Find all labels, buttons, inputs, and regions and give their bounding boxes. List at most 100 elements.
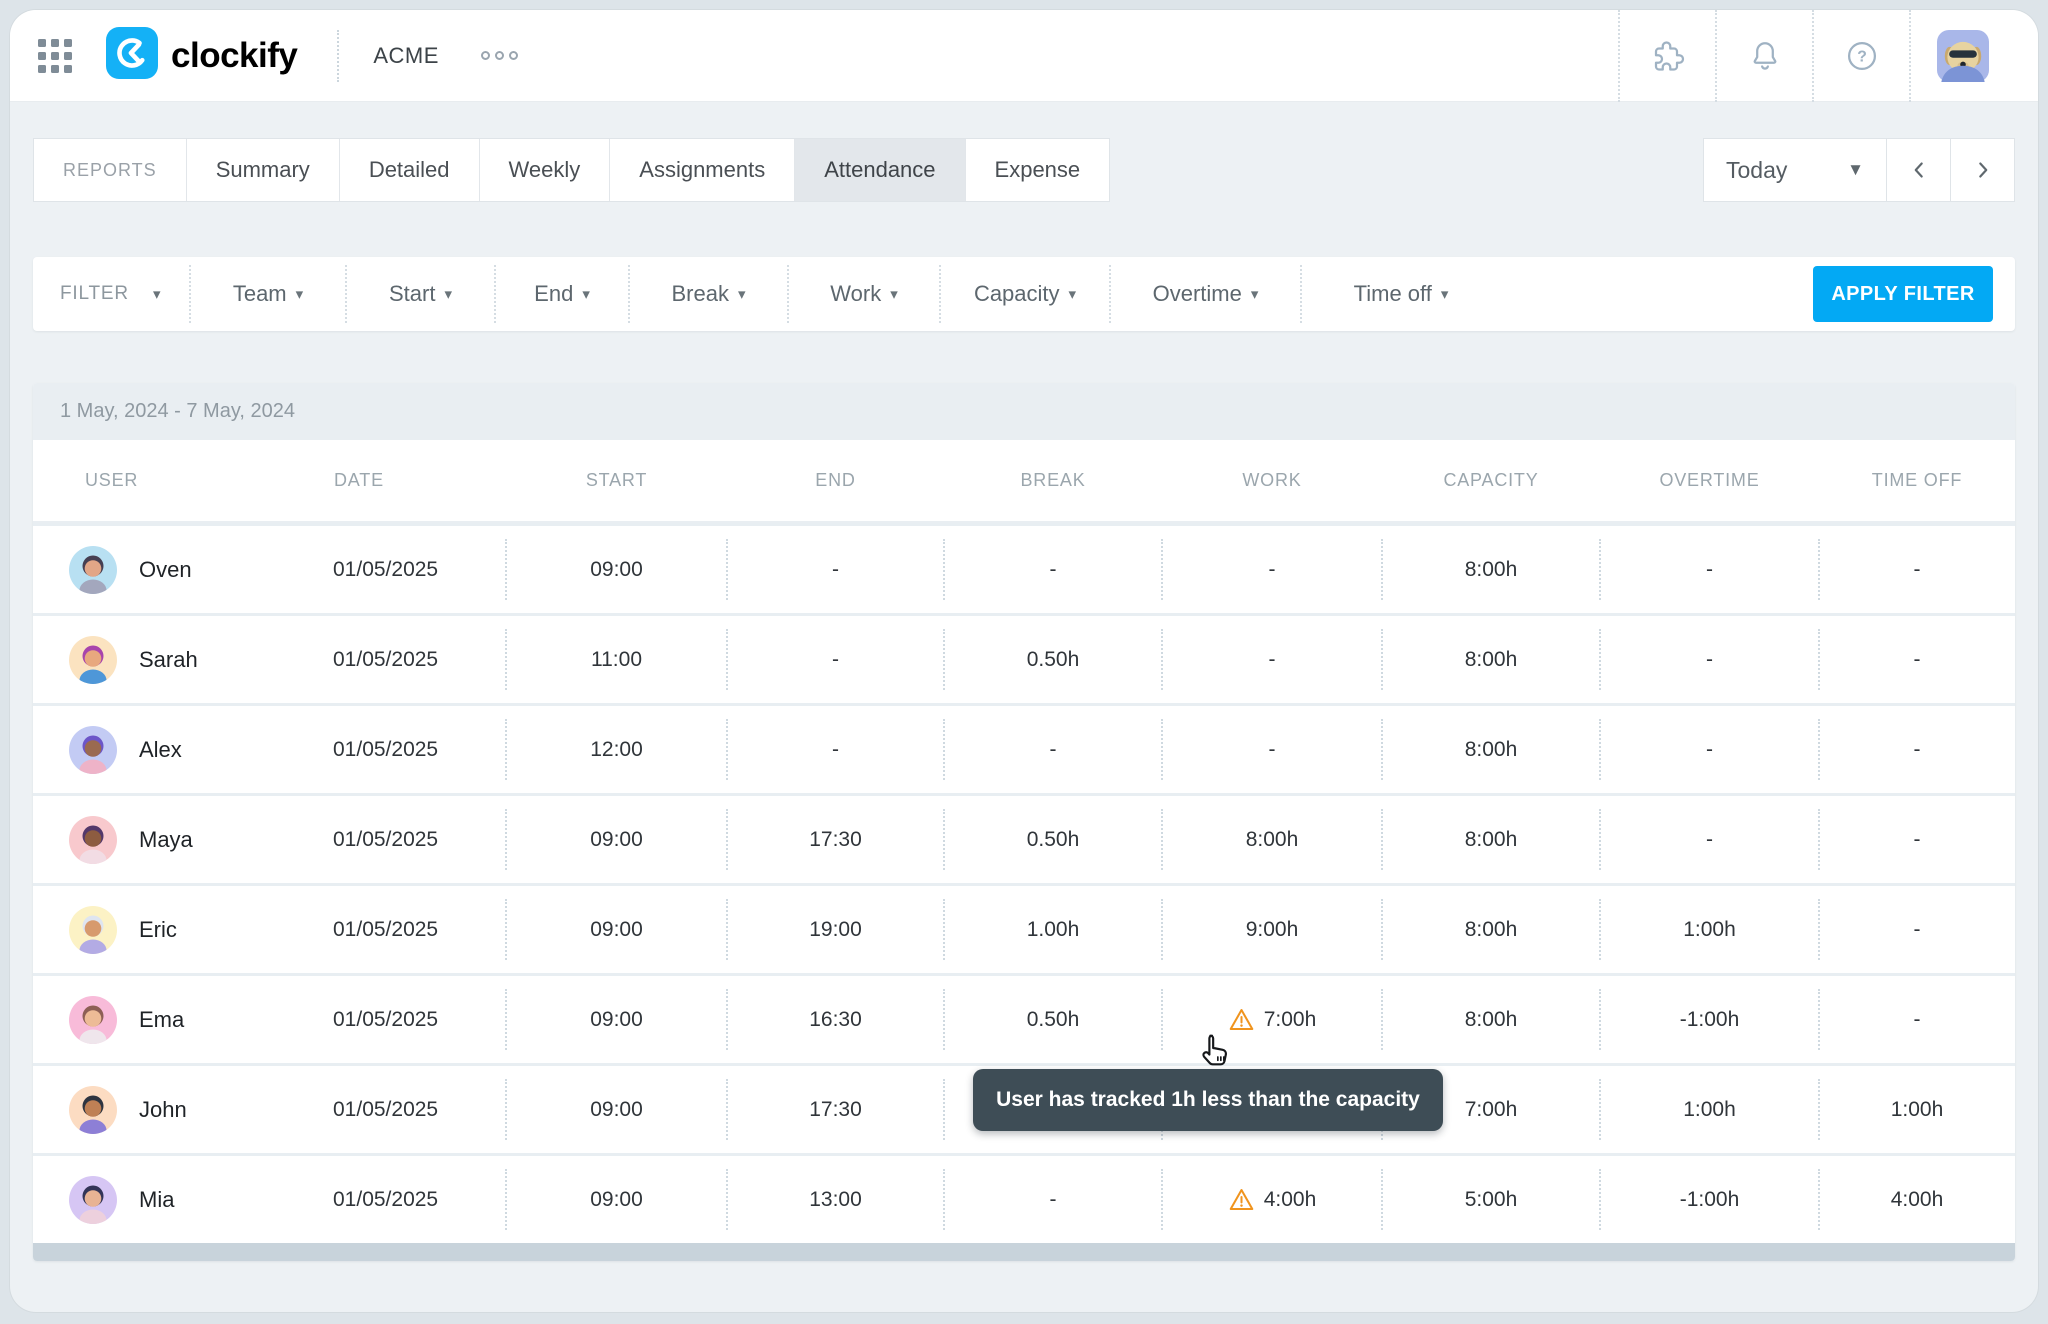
timeoff-cell: - xyxy=(1819,526,2015,613)
break-cell: - xyxy=(944,1156,1162,1243)
break-cell: 1.00h xyxy=(944,886,1162,973)
user-cell: Sarah xyxy=(33,616,287,703)
tab-summary[interactable]: Summary xyxy=(187,139,340,201)
svg-text:?: ? xyxy=(1857,48,1867,65)
end-cell: - xyxy=(727,706,944,793)
user-name: Sarah xyxy=(139,647,198,673)
date-cell: 01/05/2025 xyxy=(287,1066,506,1153)
capacity-cell: 8:00h xyxy=(1382,886,1600,973)
user-cell: Oven xyxy=(33,526,287,613)
tab-expense[interactable]: Expense xyxy=(966,139,1110,201)
break-cell: 0.50h xyxy=(944,616,1162,703)
previous-period-button[interactable] xyxy=(1886,138,1951,202)
user-name: Ema xyxy=(139,1007,184,1033)
chevron-down-icon: ▼ xyxy=(1847,160,1864,180)
end-cell: - xyxy=(727,616,944,703)
help-button[interactable]: ? xyxy=(1812,10,1909,102)
warning-icon[interactable] xyxy=(1228,1006,1255,1033)
clockify-logo[interactable]: clockify xyxy=(106,27,297,84)
help-icon: ? xyxy=(1844,38,1880,74)
logo-wordmark: clockify xyxy=(171,36,297,76)
timeoff-cell: 1:00h xyxy=(1819,1066,2015,1153)
filter-overtime[interactable]: Overtime▾ xyxy=(1109,265,1300,323)
table-row[interactable]: Oven 01/05/2025 09:00 - - - 8:00h - - xyxy=(33,523,2015,613)
tab-detailed[interactable]: Detailed xyxy=(340,139,480,201)
filter-timeoff[interactable]: Time off▾ xyxy=(1300,265,1500,323)
filter-start[interactable]: Start▾ xyxy=(345,265,494,323)
avatar xyxy=(69,1176,117,1224)
user-name: John xyxy=(139,1097,187,1123)
tab-weekly[interactable]: Weekly xyxy=(480,139,611,201)
user-cell: Eric xyxy=(33,886,287,973)
clockify-logo-icon xyxy=(106,27,158,84)
caret-down-icon: ▾ xyxy=(738,285,746,303)
top-bar: clockify ACME ? xyxy=(10,10,2038,102)
end-cell: - xyxy=(727,526,944,613)
filter-bar: FILTER ▾ Team▾ Start▾ End▾ Break▾ Work▾ … xyxy=(33,257,2015,331)
start-cell: 12:00 xyxy=(506,706,727,793)
end-cell: 17:30 xyxy=(727,1066,944,1153)
warning-icon[interactable] xyxy=(1228,1186,1255,1213)
date-range-label: Today xyxy=(1726,157,1787,184)
user-name: Eric xyxy=(139,917,177,943)
integrations-button[interactable] xyxy=(1618,10,1715,102)
filter-end[interactable]: End▾ xyxy=(494,265,628,323)
caret-down-icon: ▾ xyxy=(153,285,161,303)
notifications-button[interactable] xyxy=(1715,10,1812,102)
profile-avatar xyxy=(1937,30,1989,82)
avatar xyxy=(69,906,117,954)
table-row[interactable]: Mia 01/05/2025 09:00 13:00 - 4:00h 5:00h… xyxy=(33,1153,2015,1243)
overtime-cell: - xyxy=(1600,616,1819,703)
app-grid-icon[interactable] xyxy=(38,39,72,73)
tab-assignments[interactable]: Assignments xyxy=(610,139,795,201)
caret-down-icon: ▾ xyxy=(890,285,898,303)
workspace-name[interactable]: ACME xyxy=(373,43,439,69)
overtime-cell: 1:00h xyxy=(1600,1066,1819,1153)
date-cell: 01/05/2025 xyxy=(287,526,506,613)
table-row[interactable]: Sarah 01/05/2025 11:00 - 0.50h - 8:00h -… xyxy=(33,613,2015,703)
avatar xyxy=(69,726,117,774)
profile-button[interactable] xyxy=(1909,10,2015,102)
capacity-cell: 8:00h xyxy=(1382,976,1600,1063)
work-cell: - xyxy=(1162,526,1382,613)
caret-down-icon: ▾ xyxy=(1251,285,1259,303)
column-header-overtime: OVERTIME xyxy=(1600,440,1819,521)
apply-filter-button[interactable]: APPLY FILTER xyxy=(1813,266,1993,322)
start-cell: 09:00 xyxy=(506,526,727,613)
avatar xyxy=(69,636,117,684)
date-cell: 01/05/2025 xyxy=(287,886,506,973)
table-row[interactable]: Ema 01/05/2025 09:00 16:30 0.50h 7:00h 8… xyxy=(33,973,2015,1063)
tab-attendance[interactable]: Attendance xyxy=(795,139,965,201)
date-range-header: 1 May, 2024 - 7 May, 2024 xyxy=(33,383,2015,440)
user-name: Mia xyxy=(139,1187,174,1213)
date-range-dropdown[interactable]: Today ▼ xyxy=(1703,138,1887,202)
date-cell: 01/05/2025 xyxy=(287,706,506,793)
horizontal-scrollbar[interactable] xyxy=(33,1243,2015,1261)
user-cell: Maya xyxy=(33,796,287,883)
timeoff-cell: - xyxy=(1819,886,2015,973)
caret-down-icon: ▾ xyxy=(296,285,304,303)
user-name: Oven xyxy=(139,557,192,583)
table-row[interactable]: Eric 01/05/2025 09:00 19:00 1.00h 9:00h … xyxy=(33,883,2015,973)
topbar-actions: ? xyxy=(1618,10,2015,102)
filter-capacity[interactable]: Capacity▾ xyxy=(939,265,1109,323)
table-row[interactable]: Alex 01/05/2025 12:00 - - - 8:00h - - xyxy=(33,703,2015,793)
filter-dropdown[interactable]: FILTER ▾ xyxy=(33,265,189,323)
table-row[interactable]: Maya 01/05/2025 09:00 17:30 0.50h 8:00h … xyxy=(33,793,2015,883)
cursor-pointer-icon xyxy=(1195,1031,1235,1076)
filter-work[interactable]: Work▾ xyxy=(787,265,939,323)
capacity-tooltip: User has tracked 1h less than the capaci… xyxy=(973,1069,1443,1131)
overtime-cell: - xyxy=(1600,706,1819,793)
filter-team[interactable]: Team▾ xyxy=(189,265,345,323)
start-cell: 09:00 xyxy=(506,976,727,1063)
break-cell: 0.50h xyxy=(944,976,1162,1063)
next-period-button[interactable] xyxy=(1950,138,2015,202)
start-cell: 09:00 xyxy=(506,1156,727,1243)
filter-break[interactable]: Break▾ xyxy=(628,265,787,323)
workspace-menu-icon[interactable] xyxy=(481,51,518,60)
date-navigation: Today ▼ xyxy=(1703,138,2015,202)
caret-down-icon: ▾ xyxy=(444,285,452,303)
work-cell: - xyxy=(1162,706,1382,793)
column-header-end: END xyxy=(727,440,944,521)
chevron-left-icon xyxy=(1906,157,1932,183)
